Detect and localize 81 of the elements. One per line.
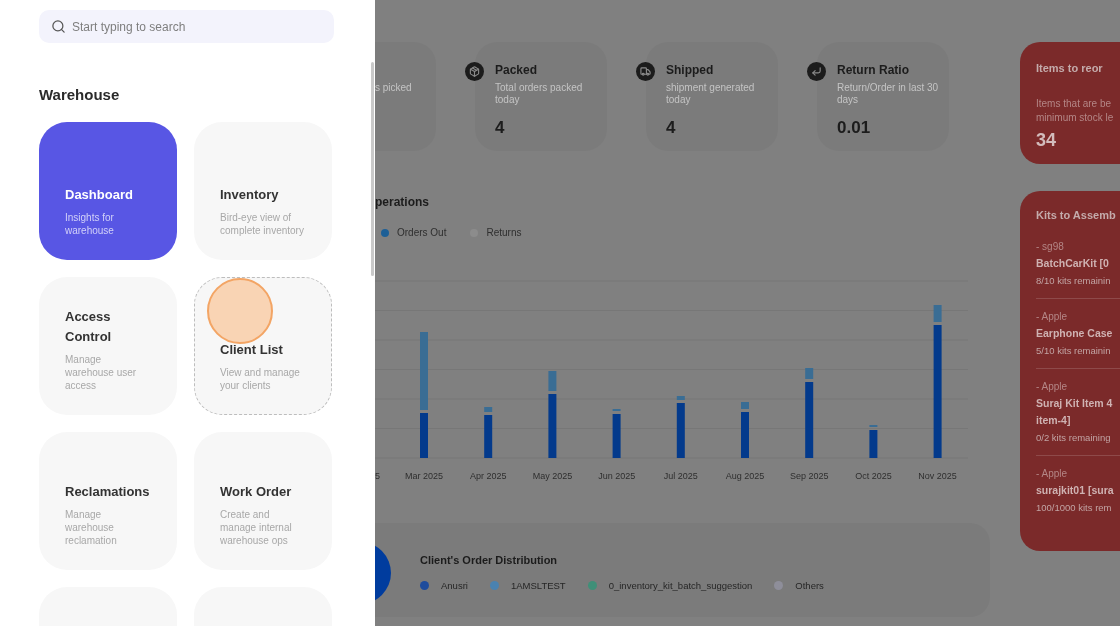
chart-title: perations — [375, 195, 429, 209]
stat-title: Packed — [495, 63, 538, 77]
legend-label: Returns — [486, 228, 522, 238]
menu-tile[interactable]: Dashboard Insights for warehouse — [39, 122, 177, 260]
kit-remaining: 100/1000 kits rem — [1036, 501, 1112, 515]
chart-bar-top-segment — [933, 305, 942, 322]
menu-tile[interactable]: Client List View and manage your clients — [194, 277, 332, 415]
stat-title: Return Ratio — [837, 63, 909, 77]
tile-title: Work Order — [220, 483, 293, 501]
menu-tile[interactable]: Work Order Create and manage internal warehouse ops — [194, 432, 332, 570]
chart-bar-top-segment — [484, 407, 493, 412]
kit-remaining: 8/10 kits remainin — [1036, 274, 1111, 288]
chart-bar — [548, 394, 557, 458]
menu-tile[interactable]: Reclamations Manage warehouse reclamation — [39, 432, 177, 570]
truck-icon — [636, 62, 655, 81]
chart-bar — [869, 430, 878, 458]
card-title: Items to reor — [1036, 61, 1103, 75]
chart-bar-top-segment — [805, 368, 814, 379]
kit-name: Suraj Kit Item 4 item-4] — [1036, 396, 1113, 428]
kit-remaining: 5/10 kits remainin — [1036, 344, 1111, 358]
kit-name: Earphone Case — [1036, 326, 1113, 341]
stat-value: 4 — [666, 118, 676, 138]
stat-title: Shipped — [666, 63, 714, 77]
stat-description: shipment generated today — [666, 82, 755, 106]
stat-value: 0.01 — [837, 118, 871, 138]
kit-client: - sg98 — [1036, 240, 1064, 254]
tile-title: Reclamations — [65, 483, 151, 501]
legend-label: Anusri — [441, 580, 468, 591]
legend-label: 1AMSLTEST — [510, 580, 566, 591]
tile-title: Inventory — [220, 186, 280, 204]
axis-label: 5 — [375, 471, 380, 481]
chart-bar-top-segment — [548, 371, 557, 391]
tile-description: Manage warehouse reclamation — [65, 508, 118, 547]
tile-title: Dashboard — [65, 186, 134, 204]
kit-name: BatchCarKit [0 — [1036, 256, 1109, 271]
kit-remaining: 0/2 kits remaining — [1036, 431, 1111, 445]
card-value: 34 — [1036, 130, 1057, 150]
chart-bar — [420, 413, 428, 458]
tile-description: Manage warehouse user access — [65, 353, 138, 392]
legend-label: Orders Out — [397, 228, 447, 238]
axis-label: Mar 2025 — [405, 471, 444, 481]
kit-client: - Apple — [1036, 380, 1068, 394]
axis-label: Jun 2025 — [598, 471, 636, 481]
axis-label: Apr 2025 — [470, 471, 507, 481]
axis-label: May 2025 — [532, 471, 573, 481]
tile-description: Bird-eye view of complete inventory — [220, 211, 305, 237]
tile-title: Access Control — [65, 308, 113, 346]
legend-label: 0_inventory_kit_batch_suggestion — [608, 580, 753, 591]
axis-label: Sep 2025 — [789, 471, 829, 481]
chart-bar-top-segment — [676, 396, 685, 400]
chart-bar — [484, 415, 493, 458]
axis-label: Nov 2025 — [918, 471, 957, 481]
box-icon — [465, 62, 484, 81]
stat-description: Total orders packed today — [495, 82, 583, 106]
search-icon — [51, 19, 66, 34]
menu-tile[interactable]: Inventory Bird-eye view of complete inventory — [194, 122, 332, 260]
scrollbar-thumb[interactable] — [371, 62, 374, 276]
chart-bar-top-segment — [741, 402, 749, 409]
tile-description: View and manage your clients — [220, 366, 301, 392]
card-title: Client's Order Distribution — [420, 553, 558, 567]
search-field[interactable]: Start typing to search — [39, 10, 334, 43]
chart-bar — [612, 414, 621, 458]
tile-description: Create and manage internal warehouse ops — [220, 508, 293, 547]
axis-label: Oct 2025 — [855, 471, 892, 481]
tile-description: Insights for warehouse — [65, 211, 115, 237]
kit-client: - Apple — [1036, 467, 1068, 481]
card-title: Kits to Assemb — [1036, 208, 1116, 222]
chart-bar — [741, 412, 749, 458]
stat-description: Return/Order in last 30 days — [837, 82, 939, 106]
kit-client: - Apple — [1036, 310, 1068, 324]
kit-name: surajkit01 [sura — [1036, 483, 1114, 498]
axis-label: Aug 2025 — [725, 471, 765, 481]
legend-label: Others — [795, 580, 824, 591]
axis-label: Jul 2025 — [663, 471, 698, 481]
card-description: Items that are be minimum stock le — [1036, 97, 1114, 125]
chart-bar — [676, 403, 685, 458]
menu-tile[interactable]: Access Control Manage warehouse user access — [39, 277, 177, 415]
stat-description: s picked — [375, 82, 413, 94]
tile-title: Client List — [220, 341, 284, 359]
section-heading: Warehouse — [39, 86, 120, 104]
stat-value: 4 — [495, 118, 505, 138]
